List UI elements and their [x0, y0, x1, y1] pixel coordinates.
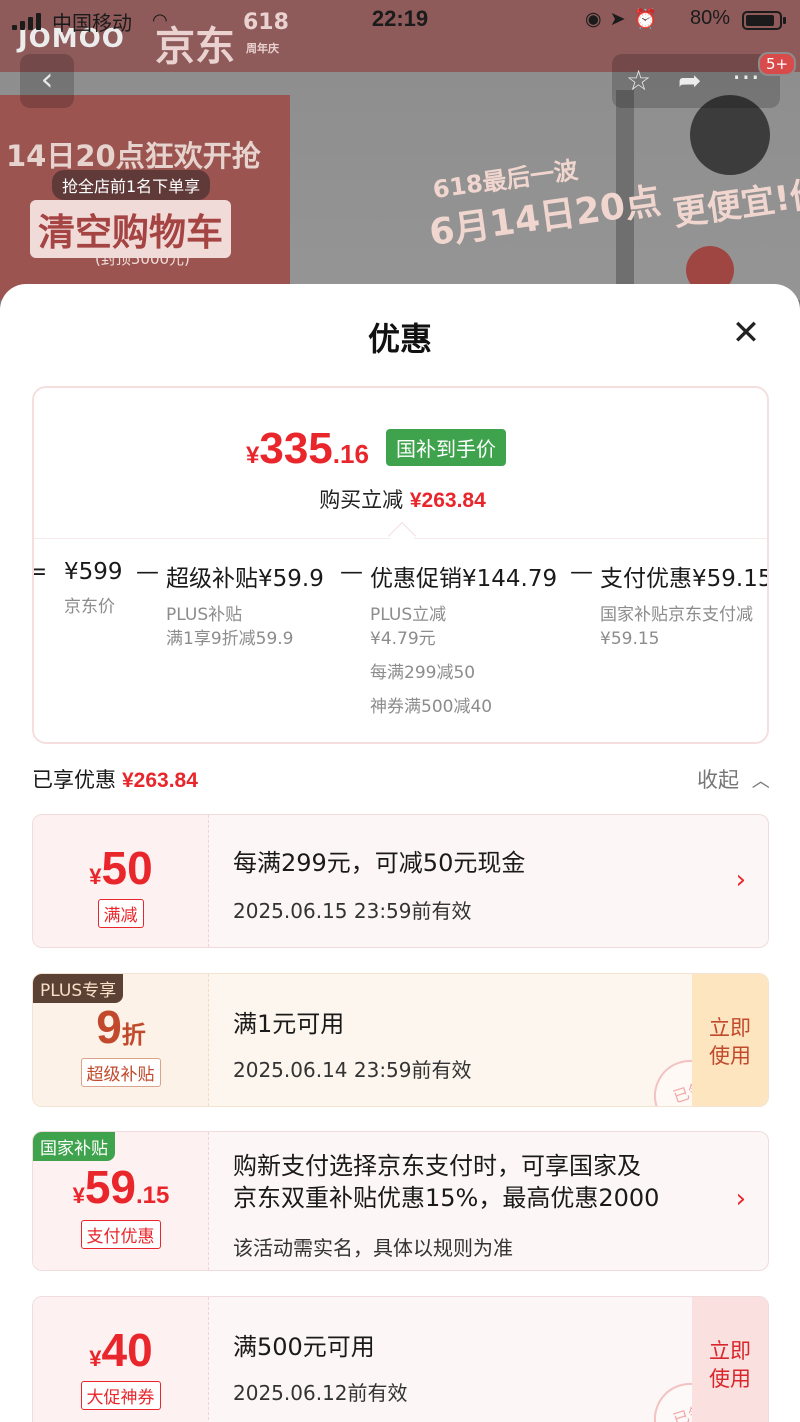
formula-value: 优惠促销¥144.79: [370, 566, 558, 592]
coupon-type-badge: 支付优惠: [80, 1220, 161, 1249]
battery-percent: 80%: [689, 7, 730, 29]
coupon-card-promo-voucher[interactable]: ¥40 大促神券 满500元可用 2025.06.12前有效 已领 立即 使用: [32, 1296, 769, 1422]
coupon-type-badge: 满减: [97, 899, 144, 928]
coupon-validity: 2025.06.12前有效: [233, 1381, 408, 1405]
currency-symbol: ¥: [89, 864, 102, 889]
use-now-label: 立即: [709, 1339, 751, 1363]
use-now-label: 立即: [709, 1016, 751, 1040]
currency-symbol: ¥: [89, 1346, 102, 1371]
coupon-validity: 2025.06.14 23:59前有效: [233, 1058, 472, 1082]
anniversary-sub: 周年庆: [246, 42, 279, 55]
minus-sign: —: [136, 559, 159, 585]
formula-value: 支付优惠¥59.15: [600, 566, 769, 592]
promo-line: (封顶5000元): [95, 250, 190, 268]
coupon-type-badge: 超级补贴: [80, 1058, 161, 1087]
purchase-reduction: 购买立减 ¥263.84: [34, 484, 767, 514]
reduce-label: 购买立减: [319, 488, 404, 512]
gov-subsidy-tag: 国家补贴: [33, 1132, 115, 1161]
price-decimal: .16: [332, 439, 369, 469]
formula-item-super-subsidy: 超级补贴¥59.9 PLUS补贴 满1享9折减59.9: [166, 559, 324, 651]
coupon-unit: 折: [121, 1021, 146, 1049]
promo-line: 抢全店前1名下单享: [52, 170, 211, 200]
plus-exclusive-tag: PLUS专享: [33, 974, 124, 1003]
coupon-card-payment-subsidy[interactable]: ¥59.15 支付优惠 国家补贴 购新支付选择京东支付时，可享国家及 京东双重补…: [32, 1131, 769, 1271]
final-price-section: ¥335.16 国补到手价 购买立减 ¥263.84: [34, 388, 767, 538]
minus-sign: —: [340, 559, 363, 585]
coupon-title: 满1元可用: [233, 1010, 345, 1038]
promo-line: 14日20点狂欢开抢: [6, 139, 261, 173]
coupon-value: 9折: [33, 1000, 209, 1054]
coupon-amount: 59: [84, 1161, 137, 1213]
coupon-card-full-reduction[interactable]: ¥50 满减 每满299元，可减50元现金 2025.06.15 23:59前有…: [32, 814, 769, 948]
share-icon[interactable]: ➦: [678, 64, 701, 97]
formula-label: PLUS补贴: [166, 605, 243, 625]
currency-symbol: ¥: [246, 442, 260, 469]
formula-label: 神券满500减40: [370, 697, 493, 717]
formula-label: PLUS立减: [370, 605, 447, 625]
top-actions: ☆ ➦ ⋯: [612, 54, 780, 108]
coupon-title: 满500元可用: [233, 1333, 375, 1361]
formula-label: 满1享9折减59.9: [166, 629, 294, 649]
coupon-value-panel: ¥50 满减: [33, 815, 209, 947]
formula-label: ¥4.79元: [370, 629, 436, 649]
formula-item-payment: 支付优惠¥59.15 国家补贴京东支付减 ¥59.15: [600, 559, 769, 651]
price-formula[interactable]: = ¥599 京东价 — 超级补贴¥59.9 PLUS补贴 满1享9折减59.9…: [34, 538, 769, 742]
enjoyed-discount-header: 已享优惠 ¥263.84: [32, 764, 198, 794]
coupon-value: ¥59.15: [33, 1160, 209, 1214]
coupon-title: 京东双重补贴优惠15%，最高优惠2000: [233, 1184, 660, 1212]
equals-sign: =: [34, 559, 47, 585]
product-page-background: JOMOO 京东 618 周年庆 14日20点狂欢开抢 抢全店前1名下单享 清空…: [0, 0, 800, 300]
chevron-right-icon[interactable]: ›: [736, 865, 746, 895]
coupon-card-plus-discount[interactable]: 9折 超级补贴 PLUS专享 满1元可用 2025.06.14 23:59前有效…: [32, 973, 769, 1107]
message-badge: 5+: [758, 52, 797, 76]
coupon-value: ¥40: [33, 1323, 209, 1377]
favorite-star-icon[interactable]: ☆: [626, 64, 651, 97]
coupon-value: ¥50: [33, 841, 209, 895]
coupon-note: 该活动需实名，具体以规则为准: [233, 1236, 513, 1260]
minus-sign: —: [570, 559, 593, 585]
price-integer: 335: [259, 424, 333, 473]
discount-sheet: 优惠 ✕ ¥335.16 国补到手价 购买立减 ¥263.84 = ¥599 京…: [0, 284, 800, 1422]
coupon-value-panel: ¥40 大促神券: [33, 1297, 209, 1422]
coupon-title: 每满299元，可减50元现金: [233, 849, 526, 877]
chevron-right-icon[interactable]: ›: [736, 1184, 746, 1214]
final-price: ¥335.16: [246, 424, 369, 474]
coupon-title: 购新支付选择京东支付时，可享国家及: [233, 1152, 641, 1180]
formula-item-jd-price: ¥599 京东价: [64, 559, 123, 619]
enjoyed-label: 已享优惠: [32, 768, 116, 792]
coupon-amount: 40: [101, 1324, 153, 1376]
use-now-button[interactable]: 立即 使用: [692, 974, 768, 1106]
chevron-up-icon: ︿: [751, 771, 770, 792]
formula-item-promotion: 优惠促销¥144.79 PLUS立减 ¥4.79元 每满299减50 神券满50…: [370, 559, 557, 719]
clock: 22:19: [371, 6, 429, 31]
formula-value: 超级补贴¥59.9: [166, 566, 324, 592]
collapse-label: 收起: [697, 768, 739, 792]
reduce-amount: ¥263.84: [409, 489, 486, 512]
back-button[interactable]: ‹: [20, 54, 74, 108]
coupon-amount: 9: [96, 1001, 122, 1053]
collapse-toggle[interactable]: 收起 ︿: [697, 764, 770, 794]
use-now-button[interactable]: 立即 使用: [692, 1297, 768, 1422]
formula-value: ¥599: [64, 559, 123, 585]
more-icon[interactable]: ⋯: [732, 60, 760, 93]
formula-label: 国家补贴京东支付减: [600, 605, 753, 625]
status-icons: ◉➤⏰: [585, 9, 666, 30]
enjoyed-amount: ¥263.84: [122, 769, 198, 792]
status-bar: 中国移动 ◠ 22:19 ◉➤⏰ 80%: [0, 0, 800, 40]
formula-label: 京东价: [64, 597, 115, 617]
formula-label: ¥59.15: [600, 629, 660, 649]
battery-icon: [742, 11, 786, 30]
price-breakdown-card: ¥335.16 国补到手价 购买立减 ¥263.84 = ¥599 京东价 — …: [32, 386, 769, 744]
coupon-amount: 50: [101, 842, 153, 894]
coupon-type-badge: 大促神券: [80, 1381, 161, 1410]
currency-symbol: ¥: [72, 1183, 85, 1208]
formula-label: 每满299减50: [370, 663, 476, 683]
gov-subsidy-price-tag: 国补到手价: [386, 429, 506, 466]
coupon-validity: 2025.06.15 23:59前有效: [233, 899, 472, 923]
coupon-decimal: .15: [136, 1182, 170, 1209]
use-now-label: 使用: [709, 1367, 751, 1391]
use-now-label: 使用: [709, 1044, 751, 1068]
sheet-title: 优惠: [367, 320, 432, 358]
close-icon[interactable]: ✕: [722, 310, 770, 358]
